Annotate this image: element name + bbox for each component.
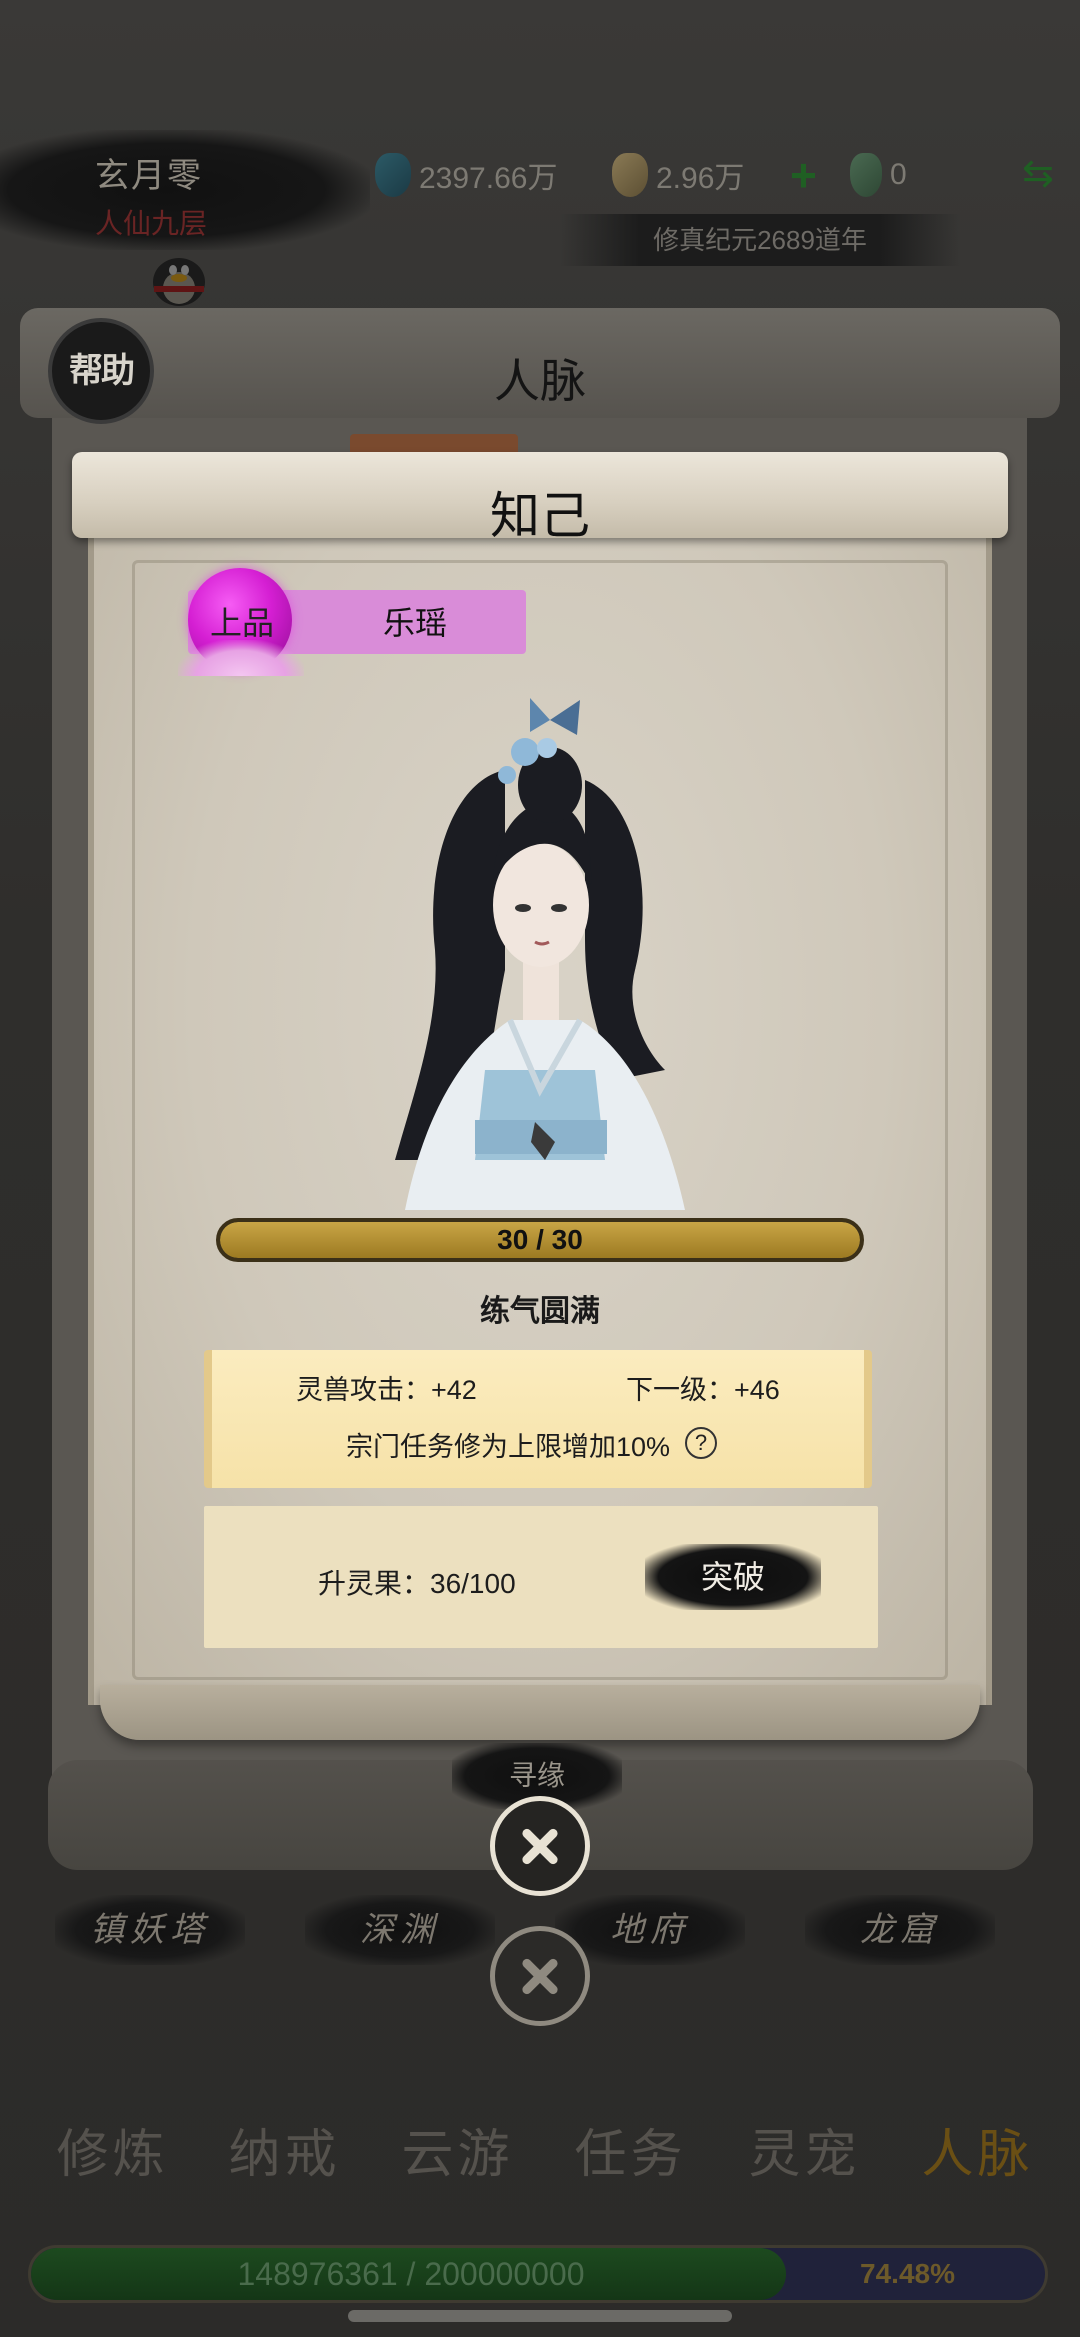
gold-ingot-icon — [612, 153, 648, 197]
gold-counter[interactable]: 2.96万 — [612, 150, 744, 200]
affinity-progress-bar: 30 / 30 — [216, 1218, 864, 1262]
character-name: 乐瑶 — [382, 605, 447, 641]
nav-storage-ring[interactable]: 纳戒 — [202, 2110, 367, 2200]
jade-value: 0 — [890, 158, 907, 191]
realm-label: 练气圆满 — [480, 1295, 600, 1328]
exp-text: 148976361 / 200000000 — [237, 2256, 585, 2292]
dialog-scroll-bottom — [100, 1685, 980, 1740]
jade-counter[interactable]: 0 — [850, 150, 907, 200]
spirit-stone-counter[interactable]: 2397.66万 — [375, 150, 557, 200]
bottom-nav: 修炼 纳戒 云游 任务 灵宠 人脉 — [0, 2110, 1080, 2200]
gold-value: 2.96万 — [656, 162, 745, 195]
close-panel-icon[interactable] — [490, 1926, 590, 2026]
grade-label: 上品 — [210, 605, 275, 641]
nav-pets[interactable]: 灵宠 — [722, 2110, 887, 2200]
nav-relations[interactable]: 人脉 — [895, 2110, 1060, 2200]
player-name[interactable]: 玄月零 — [95, 148, 203, 197]
dialog-title: 知己 — [490, 488, 590, 544]
nav-tasks[interactable]: 任务 — [548, 2110, 713, 2200]
question-icon[interactable]: ? — [685, 1427, 717, 1459]
spirit-stone-icon — [375, 153, 411, 197]
add-currency-button[interactable]: + — [790, 150, 817, 200]
nav-cultivate[interactable]: 修炼 — [30, 2110, 195, 2200]
spirit-stone-value: 2397.66万 — [419, 162, 558, 195]
close-dialog-icon[interactable] — [490, 1796, 590, 1896]
era-label: 修真纪元2689道年 — [560, 214, 960, 266]
home-indicator[interactable] — [348, 2310, 732, 2322]
exp-percent: 74.48% — [860, 2258, 955, 2289]
cultivation-exp-bar: 148976361 / 200000000 74.48% — [28, 2245, 1048, 2303]
sect-bonus-text: 宗门任务修为上限增加10% — [346, 1432, 671, 1462]
character-portrait — [395, 698, 685, 1210]
map-button-abyss[interactable]: 深渊 — [305, 1895, 495, 1965]
player-realm: 人仙九层 — [95, 208, 208, 239]
affinity-progress-text: 30 / 30 — [497, 1224, 583, 1255]
current-bonus: 灵兽攻击：+42 — [296, 1375, 477, 1405]
lotus-icon — [178, 640, 304, 676]
next-level-bonus: 下一级：+46 — [626, 1375, 780, 1405]
penguin-icon[interactable] — [140, 248, 218, 308]
jade-icon — [850, 153, 882, 197]
map-button-demon-tower[interactable]: 镇妖塔 — [55, 1895, 245, 1965]
relations-title: 人脉 — [494, 355, 586, 407]
breakthrough-button[interactable]: 突破 — [645, 1544, 821, 1610]
map-button-dragon-cave[interactable]: 龙窟 — [805, 1895, 995, 1965]
nav-travel[interactable]: 云游 — [375, 2110, 540, 2200]
swap-arrows-icon[interactable]: ⇆ — [1022, 152, 1054, 196]
spirit-fruit-count: 升灵果：36/100 — [318, 1568, 516, 1599]
